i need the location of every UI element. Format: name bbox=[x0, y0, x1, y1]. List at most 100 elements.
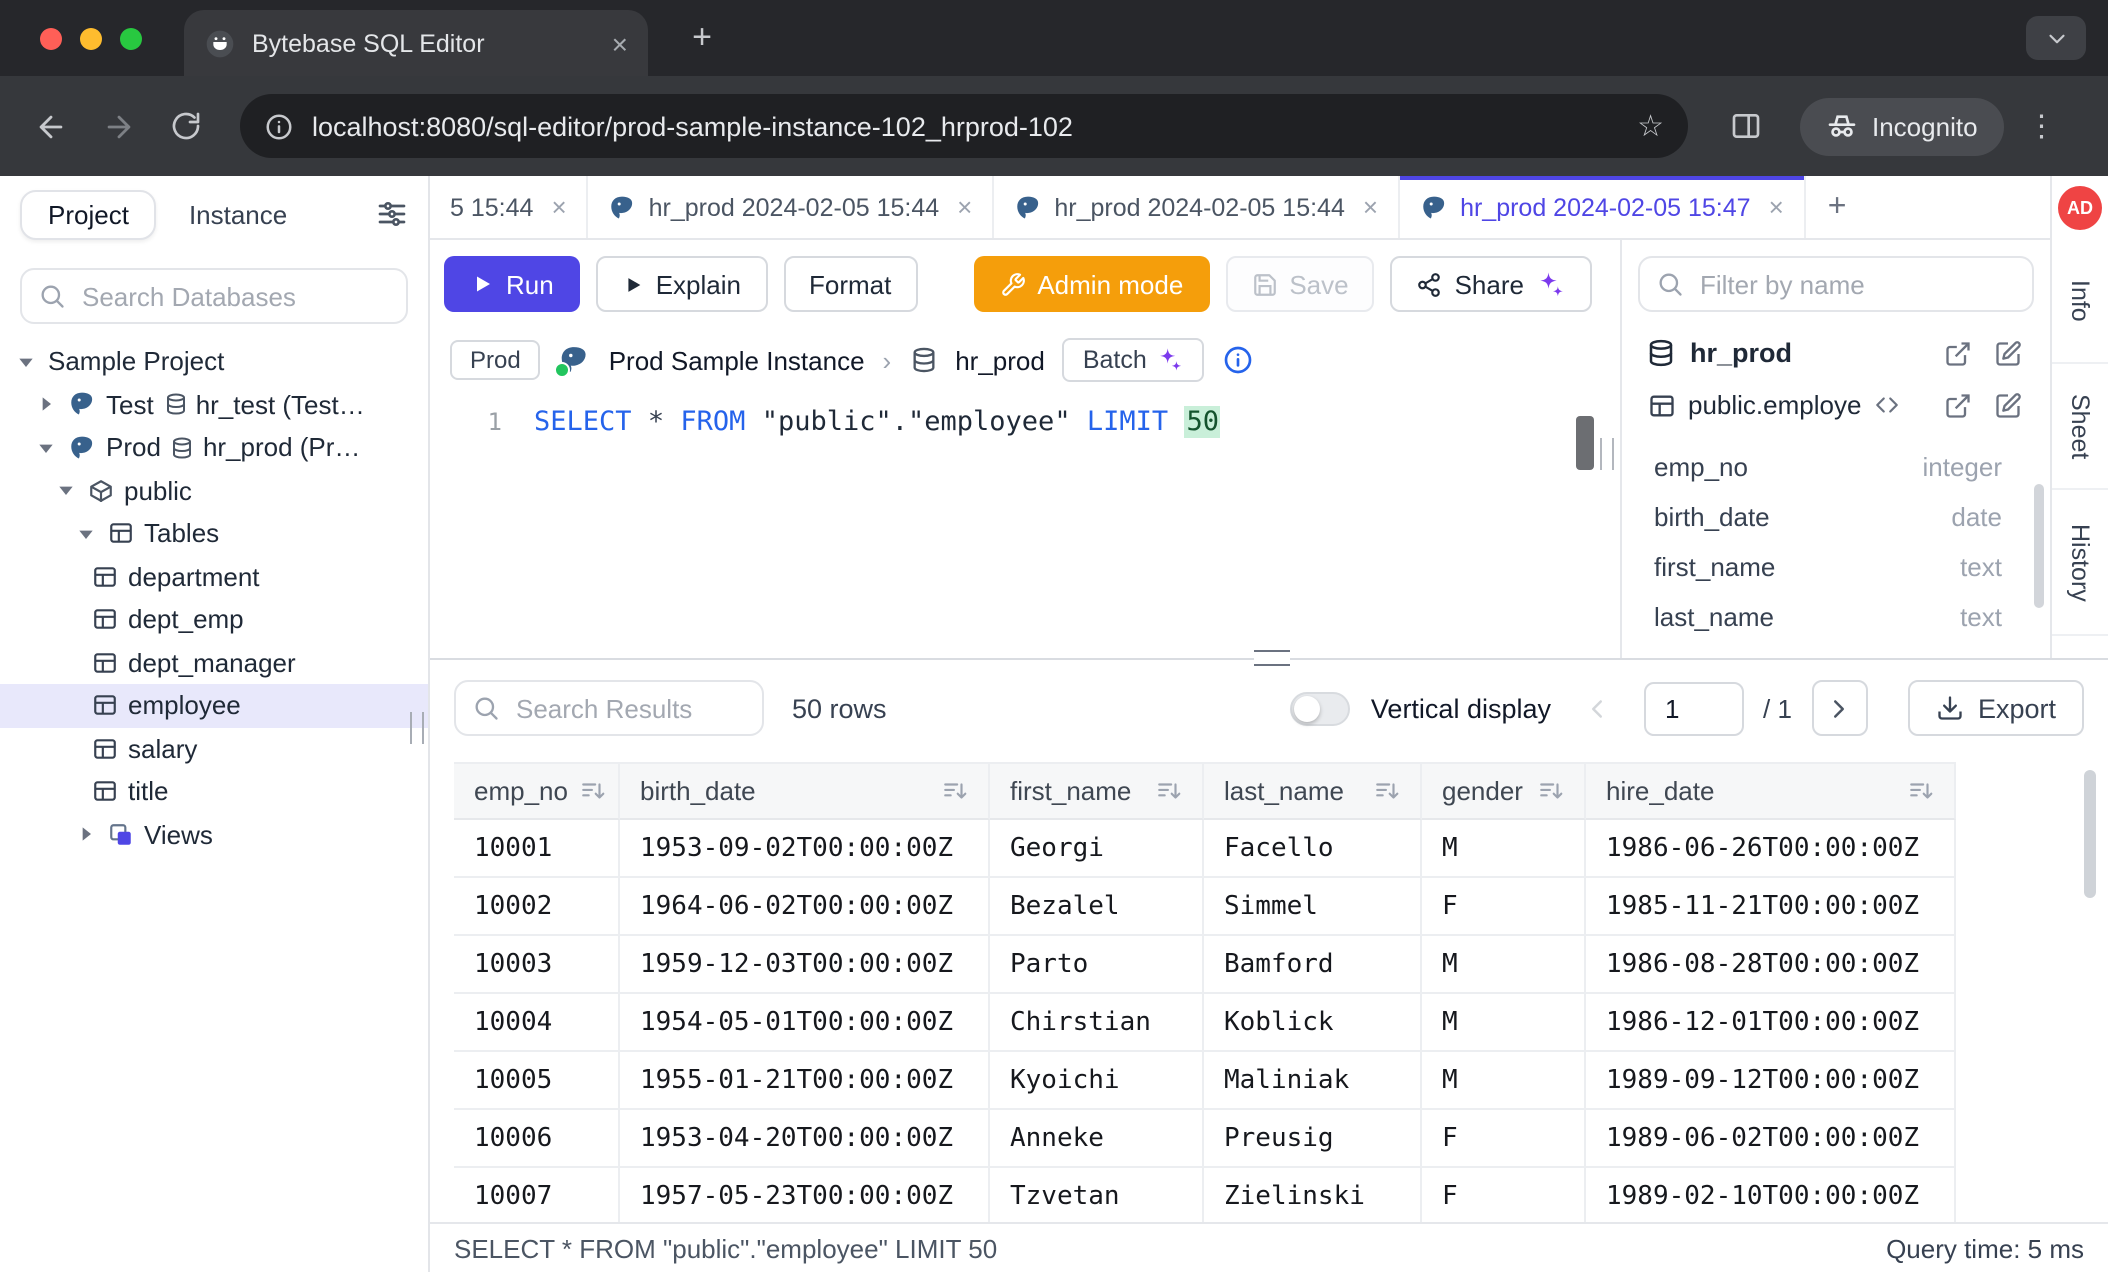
tree-item-tables-group[interactable]: Tables bbox=[0, 512, 428, 555]
forward-button[interactable] bbox=[88, 96, 148, 156]
column-row[interactable]: birth_date date bbox=[1622, 492, 2050, 542]
column-header[interactable]: gender bbox=[1422, 762, 1586, 820]
tree-item-sample-project[interactable]: Sample Project bbox=[0, 340, 428, 383]
vertical-display-toggle[interactable] bbox=[1291, 691, 1351, 725]
sql-editor[interactable]: 1 SELECT * FROM "public"."employee" LIMI… bbox=[430, 392, 1620, 658]
maximize-window-button[interactable] bbox=[120, 28, 142, 50]
column-header[interactable]: last_name bbox=[1204, 762, 1422, 820]
tree-item-public-schema[interactable]: public bbox=[0, 469, 428, 512]
sheet-tab-3[interactable]: hr_prod 2024-02-05 15:44 × bbox=[994, 176, 1400, 238]
chevron-down-icon[interactable] bbox=[16, 352, 38, 372]
share-button[interactable]: Share bbox=[1391, 256, 1592, 312]
panel-scrollbar[interactable] bbox=[2034, 484, 2044, 608]
chevron-right-icon[interactable] bbox=[36, 395, 58, 415]
column-header[interactable]: emp_no bbox=[454, 762, 620, 820]
column-row[interactable]: first_name text bbox=[1622, 542, 2050, 592]
bookmark-star-icon[interactable]: ☆ bbox=[1637, 108, 1664, 144]
filter-by-name[interactable] bbox=[1638, 256, 2034, 312]
external-link-icon[interactable] bbox=[1944, 391, 1972, 419]
back-button[interactable] bbox=[20, 96, 80, 156]
database-search[interactable] bbox=[20, 268, 408, 324]
export-button[interactable]: Export bbox=[1908, 680, 2084, 736]
environment-chip[interactable]: Prod bbox=[450, 340, 541, 380]
avatar[interactable]: AD bbox=[2058, 186, 2102, 230]
chevron-down-icon[interactable] bbox=[36, 438, 58, 458]
run-button[interactable]: Run bbox=[444, 256, 580, 312]
chevron-down-icon[interactable] bbox=[76, 524, 98, 544]
column-header[interactable]: birth_date bbox=[620, 762, 990, 820]
database-name[interactable]: hr_prod bbox=[955, 345, 1045, 375]
browser-menu-button[interactable]: ⋮ bbox=[2012, 96, 2072, 156]
tab-sheet[interactable]: Sheet bbox=[2052, 364, 2108, 490]
close-icon[interactable]: × bbox=[1363, 192, 1378, 222]
page-number-box[interactable] bbox=[1643, 681, 1743, 735]
add-sheet-tab-button[interactable]: + bbox=[1806, 176, 1869, 238]
code-icon[interactable] bbox=[1873, 392, 1899, 418]
close-icon[interactable]: × bbox=[1769, 192, 1784, 222]
tree-item-table-department[interactable]: department bbox=[0, 555, 428, 598]
sort-icon[interactable] bbox=[1908, 778, 1934, 804]
reload-button[interactable] bbox=[156, 96, 216, 156]
sort-icon[interactable] bbox=[1156, 778, 1182, 804]
panel-database-row[interactable]: hr_prod bbox=[1622, 328, 2050, 378]
sort-icon[interactable] bbox=[580, 778, 606, 804]
column-row[interactable]: last_name text bbox=[1622, 592, 2050, 642]
close-icon[interactable]: × bbox=[957, 192, 972, 222]
tree-item-table-title[interactable]: title bbox=[0, 770, 428, 813]
address-bar[interactable]: localhost:8080/sql-editor/prod-sample-in… bbox=[240, 94, 1688, 158]
instance-name[interactable]: Prod Sample Instance bbox=[609, 345, 865, 375]
close-tab-icon[interactable]: × bbox=[612, 29, 628, 57]
tree-item-table-dept-emp[interactable]: dept_emp bbox=[0, 598, 428, 641]
sort-icon[interactable] bbox=[1538, 778, 1564, 804]
tree-item-views-group[interactable]: Views bbox=[0, 813, 428, 856]
sidebar-resize-handle[interactable] bbox=[410, 712, 424, 744]
sheet-tab-4-active[interactable]: hr_prod 2024-02-05 15:47 × bbox=[1400, 176, 1806, 238]
tab-search-button[interactable] bbox=[2026, 16, 2086, 60]
column-header[interactable]: first_name bbox=[990, 762, 1204, 820]
format-button[interactable]: Format bbox=[783, 256, 917, 312]
admin-mode-button[interactable]: Admin mode bbox=[973, 256, 1209, 312]
tab-instance[interactable]: Instance bbox=[177, 192, 299, 238]
page-number-input[interactable] bbox=[1661, 691, 1725, 725]
edit-icon[interactable] bbox=[1994, 339, 2022, 367]
next-page-button[interactable] bbox=[1812, 680, 1868, 736]
tree-item-test[interactable]: Test hr_test (Test… bbox=[0, 383, 428, 426]
sort-icon[interactable] bbox=[1374, 778, 1400, 804]
search-results-input[interactable] bbox=[512, 691, 746, 725]
tree-item-prod[interactable]: Prod hr_prod (Pr… bbox=[0, 426, 428, 469]
prev-page-button[interactable] bbox=[1571, 682, 1623, 734]
editor-scrollbar[interactable] bbox=[1576, 416, 1594, 470]
new-tab-button[interactable]: + bbox=[680, 16, 724, 60]
chevron-right-icon[interactable] bbox=[76, 825, 98, 845]
panel-table-row[interactable]: public.employe bbox=[1622, 378, 2050, 430]
tree-item-table-employee[interactable]: employee bbox=[0, 684, 428, 727]
search-results[interactable] bbox=[454, 680, 764, 736]
filter-settings-icon[interactable] bbox=[376, 197, 408, 233]
tree-item-table-dept-manager[interactable]: dept_manager bbox=[0, 641, 428, 684]
sheet-tab-1[interactable]: 5 15:44 × bbox=[430, 176, 589, 238]
chevron-down-icon[interactable] bbox=[56, 481, 78, 501]
close-icon[interactable]: × bbox=[551, 192, 566, 222]
tree-item-table-salary[interactable]: salary bbox=[0, 727, 428, 770]
column-header[interactable]: hire_date bbox=[1586, 762, 1956, 820]
tab-info[interactable]: Info bbox=[2052, 238, 2108, 364]
column-row[interactable]: emp_no integer bbox=[1622, 442, 2050, 492]
info-icon[interactable] bbox=[1223, 344, 1255, 376]
results-resize-handle[interactable] bbox=[1254, 650, 1290, 666]
external-link-icon[interactable] bbox=[1944, 339, 1972, 367]
browser-tab[interactable]: Bytebase SQL Editor × bbox=[184, 10, 648, 76]
search-databases-input[interactable] bbox=[78, 279, 390, 313]
sheet-tab-2[interactable]: hr_prod 2024-02-05 15:44 × bbox=[589, 176, 995, 238]
tab-project[interactable]: Project bbox=[20, 190, 157, 240]
explain-button[interactable]: Explain bbox=[596, 256, 767, 312]
filter-by-name-input[interactable] bbox=[1696, 267, 2016, 301]
site-info-icon[interactable] bbox=[264, 111, 294, 141]
close-window-button[interactable] bbox=[40, 28, 62, 50]
minimize-window-button[interactable] bbox=[80, 28, 102, 50]
batch-button[interactable]: Batch bbox=[1063, 338, 1205, 382]
panel-resize-handle[interactable] bbox=[1600, 438, 1614, 470]
sort-icon[interactable] bbox=[942, 778, 968, 804]
results-scrollbar[interactable] bbox=[2084, 770, 2096, 898]
edit-icon[interactable] bbox=[1994, 391, 2022, 419]
save-button[interactable]: Save bbox=[1225, 256, 1374, 312]
